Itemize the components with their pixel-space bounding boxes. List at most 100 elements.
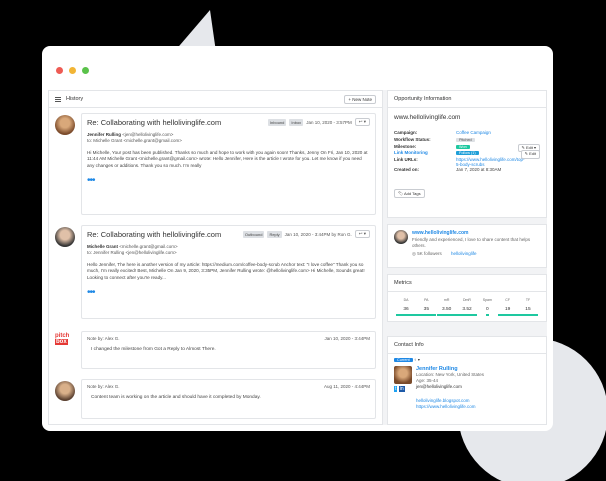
status-badge: Current [394,358,413,362]
edit-label: Edit [529,151,536,157]
app-content: History + New Note Re: Collaborating wit… [48,90,547,425]
window-titlebar [42,46,553,86]
sender-name: Michelle Grant [87,244,119,249]
milestone-badge[interactable]: Won [456,144,470,149]
note-item: Note by: Alex G. Aug 11, 2020 - 4:44PM C… [55,379,376,419]
contact-email[interactable]: jen@hellolivinglife.com [416,384,540,390]
expand-more-button[interactable]: ••• [87,176,370,186]
metrics-panel: Metrics DA 36 PA 35 mR 3.50 DmR 3.52 Spam 0 C… [387,274,547,322]
metric-tf: TF 15 [517,298,538,316]
opportunity-panel: Opportunity Information www.hellolivingl… [387,90,547,218]
note-author: Note by: Alex G. [87,336,120,341]
note-meta: Note by: Alex G. Jan 10, 2020 - 3:44PM [87,336,370,341]
note-author: Note by: Alex G. [87,384,120,389]
milestone-label: Milestone: [394,143,417,149]
profile-site[interactable]: www.hellolivinglife.com [412,230,540,236]
history-header: History + New Note [49,91,382,108]
created-label: Created on: [394,167,420,173]
link-urls-row: Link URLs: https://www.hellolivinglife.c… [394,157,540,167]
note-card[interactable]: Note by: Alex G. Jan 10, 2020 - 3:44PM I… [81,331,376,369]
add-tags-button[interactable]: 🏷 Add Tags [394,188,425,198]
instagram-icon: ◎ [412,251,416,257]
expand-more-button[interactable]: ••• [87,288,370,298]
opportunity-header: Opportunity Information [388,91,546,108]
reply-icon[interactable]: ↩ ▾ [354,118,370,126]
history-title: History [66,96,84,102]
avatar [55,381,75,401]
note-date: Aug 11, 2020 - 4:44PM [324,384,370,389]
reply-icon[interactable]: ↩ ▾ [354,230,370,238]
sender-email: <michelle.grant@gmail.com> [119,244,178,249]
new-note-button[interactable]: + New Note [344,94,376,104]
email-meta: Outbound Reply Jan 10, 2020 - 3:44PM by … [242,230,370,238]
sender-email: <jen@hellolivinglife.com> [122,132,174,137]
note-text: Content team is working on the article a… [91,395,261,400]
profile-handle[interactable]: hellolivinglife [451,251,477,256]
workflow-badge: Pitched [456,137,475,142]
contact-panel: Contact Info Current ♀ ▾ t in Jennifer R [387,336,547,425]
metric-cf: CF 19 [497,298,518,316]
profile-social: ◎ 5K followers hellolivinglife [412,251,540,257]
metric-da: DA 36 [396,298,416,316]
right-column: Opportunity Information www.hellolivingl… [387,90,547,425]
menu-icon[interactable] [55,96,61,102]
email-body: Hello Jennifer, The here is another vers… [87,262,365,280]
direction-tag: Outbound [242,230,265,238]
email-meta: Inbound Inbox Jan 10, 2020 - 3:57PM ↩ ▾ [267,118,370,126]
link-monitoring-label[interactable]: Link Monitoring [394,150,456,157]
note-date: Jan 10, 2020 - 3:44PM [324,336,370,341]
profile-description: Friendly and experienced, I love to shar… [412,237,531,248]
profile-panel: www.hellolivinglife.com Friendly and exp… [387,224,547,268]
campaign-row: Campaign: Coffee Campaign [394,130,540,137]
follower-count: 5K followers [417,251,442,257]
metrics-header: Metrics [388,275,546,292]
metric-dmr: DmR 3.52 [456,298,477,316]
avatar [55,227,75,247]
edit-link-button[interactable]: ✎ Edit [520,150,540,160]
direction-tag: Inbound [267,118,287,126]
campaign-label: Campaign: [394,130,418,135]
history-panel: History + New Note Re: Collaborating wit… [48,90,383,425]
link-urls-label: Link URLs: [394,157,418,163]
add-tags-label: Add Tags [403,190,421,196]
link-monitoring-row: Link Monitoring Follow (1) ✎ Edit [394,150,540,160]
linkedin-icon[interactable]: in [398,386,405,392]
opportunity-site: www.hellolivinglife.com [394,114,461,121]
created-row: Created on: Jan 7, 2020 at 8:30AM [394,167,540,174]
gender-icon: ♀ ▾ [413,357,420,362]
email-to: to: Jennifer Rulling <jen@hellolivinglif… [87,250,177,255]
contact-details: Jennifer Rulling Location: New York, Uni… [416,366,540,390]
app-window: History + New Note Re: Collaborating wit… [42,46,553,431]
minimize-window-button[interactable] [69,67,76,74]
maximize-window-button[interactable] [82,67,89,74]
contact-status-row: Current ♀ ▾ [394,357,540,362]
note-text: I changed the milestone from Got a Reply… [91,347,216,352]
avatar [55,115,75,135]
milestone-row: Milestone: Won ✎ Edit ▾ [394,143,540,153]
folder-tag: Inbox [289,118,304,126]
metrics-row: DA 36 PA 35 mR 3.50 DmR 3.52 Spam 0 CF 19 TF 15 [388,298,546,316]
follow-badge[interactable]: Follow (1) [456,151,479,156]
link-url[interactable]: https://www.hellolivinglife.com/top-5-bo… [456,157,526,167]
campaign-link[interactable]: Coffee Campaign [456,130,491,137]
contact-header: Contact Info [388,337,546,354]
email-to: to: Michelle Grant <michelle.grant@gmail… [87,138,182,143]
email-card[interactable]: Re: Collaborating with hellolivinglife.c… [81,113,376,215]
email-date: Jan 10, 2020 - 3:44PM by Ron G. [284,231,352,237]
avatar [394,230,408,244]
sender-name: Jennifer Rulling [87,132,122,137]
contact-site-link[interactable]: https://www.hellolivinglife.com [416,404,540,410]
twitter-icon[interactable]: t [394,386,398,392]
note-item: pitch box Note by: Alex G. Jan 10, 2020 … [55,331,376,373]
edit-label: Edit [525,144,533,150]
note-card[interactable]: Note by: Alex G. Aug 11, 2020 - 4:44PM C… [81,379,376,419]
close-window-button[interactable] [56,67,63,74]
metric-spam: Spam 0 [477,298,497,316]
note-meta: Note by: Alex G. Aug 11, 2020 - 4:44PM [87,384,370,389]
created-value: Jan 7, 2020 at 8:30AM [456,167,502,173]
email-body: Hi Michelle, Your post has been publishe… [87,150,368,168]
metric-pa: PA 35 [416,298,437,316]
workflow-label: Workflow Status: [394,136,431,142]
email-card[interactable]: Re: Collaborating with hellolivinglife.c… [81,225,376,319]
email-date: Jan 10, 2020 - 3:57PM [306,119,352,125]
